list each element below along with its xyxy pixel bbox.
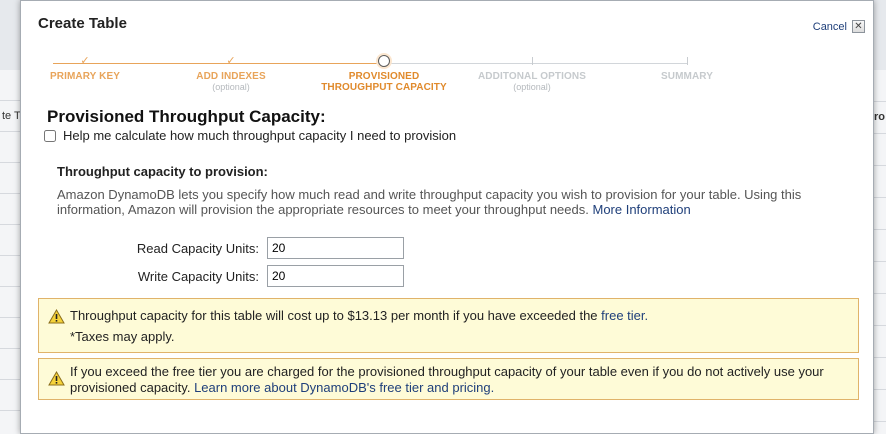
free-tier-pricing-link[interactable]: Learn more about DynamoDB's free tier an… [194,380,494,395]
bg-row [874,390,886,422]
cost-warning-text: Throughput capacity for this table will … [70,308,648,324]
free-tier-link[interactable]: free tier. [601,308,648,323]
background-table-right: ro [873,70,886,434]
read-capacity-input[interactable] [267,237,404,259]
bg-row [0,287,20,318]
close-icon[interactable]: ✕ [852,20,865,33]
wizard-step-sub: (optional) [212,82,250,92]
section-title: Provisioned Throughput Capacity: [47,107,326,126]
calc-throughput-label: Help me calculate how much throughput ca… [63,128,457,143]
wizard-step-label: PRIMARY KEY [49,71,120,82]
read-capacity-label: Read Capacity Units: [136,240,259,256]
cost-text: Throughput capacity for this table will … [70,308,598,323]
step-tick-icon [531,57,533,65]
bg-row [874,294,886,326]
wizard-step-add-indexes[interactable]: ✓ ADD INDEXES (optional) [181,51,281,92]
wizard-step-label: ADDITONAL OPTIONS [477,71,586,82]
write-capacity-row: Write Capacity Units: [21,265,404,287]
free-tier-warning: If you exceed the free tier you are char… [38,358,859,400]
check-icon: ✓ [80,54,90,67]
bg-row [0,225,20,256]
bg-row [874,262,886,294]
bg-row [874,70,886,102]
wizard-step-label: THROUGHPUT CAPACITY [321,82,447,93]
write-capacity-label: Write Capacity Units: [137,268,259,284]
bg-row [0,70,20,101]
warning-triangle-icon [48,309,65,324]
wizard-step-label: PROVISIONED [348,71,420,82]
read-capacity-row: Read Capacity Units: [21,237,404,259]
background-table-left: te T [0,70,21,434]
throughput-subtitle: Throughput capacity to provision: [57,164,268,179]
wizard-step-label: SUMMARY [661,71,713,82]
bg-row [874,358,886,390]
dialog-header: Create Table Cancel ✕ [21,1,873,51]
wizard-step-sub: (optional) [513,82,551,92]
wizard-step-primary-key[interactable]: ✓ PRIMARY KEY [35,51,135,82]
bg-row [0,132,20,163]
bg-row [0,256,20,287]
wizard-step-label: ADD INDEXES [196,71,266,82]
wizard-step-provisioned-throughput: PROVISIONED THROUGHPUT CAPACITY [314,51,454,93]
create-table-dialog: Create Table Cancel ✕ ✓ PRIMARY KEY ✓ AD… [20,0,874,434]
bg-row [874,230,886,262]
taxes-note: *Taxes may apply. [70,329,175,344]
bg-row [874,166,886,198]
bg-row [874,198,886,230]
calc-throughput-option[interactable]: Help me calculate how much throughput ca… [44,128,456,143]
bg-row [0,163,20,194]
throughput-description: Amazon DynamoDB lets you specify how muc… [57,187,857,217]
calc-throughput-checkbox[interactable] [44,129,56,142]
warning-triangle-icon [48,371,65,386]
bg-row [0,194,20,225]
free-tier-warning-text: If you exceed the free tier you are char… [70,364,850,396]
bg-row [0,380,20,411]
bg-row [874,134,886,166]
check-icon: ✓ [226,54,236,67]
bg-row: ro [874,102,886,134]
bg-row [874,326,886,358]
current-step-icon [378,55,390,67]
bg-row: te T [0,101,20,132]
wizard-step-additional-options: ADDITONAL OPTIONS (optional) [467,51,597,92]
step-tick-icon [686,57,688,65]
bg-row [0,318,20,349]
wizard-progress: ✓ PRIMARY KEY ✓ ADD INDEXES (optional) P… [21,51,875,99]
bg-row [0,349,20,380]
cancel-link[interactable]: Cancel [813,21,847,33]
cost-warning: Throughput capacity for this table will … [38,298,859,353]
more-information-link[interactable]: More Information [592,202,690,217]
write-capacity-input[interactable] [267,265,404,287]
dialog-title: Create Table [38,15,127,32]
wizard-step-summary: SUMMARY [637,51,737,82]
